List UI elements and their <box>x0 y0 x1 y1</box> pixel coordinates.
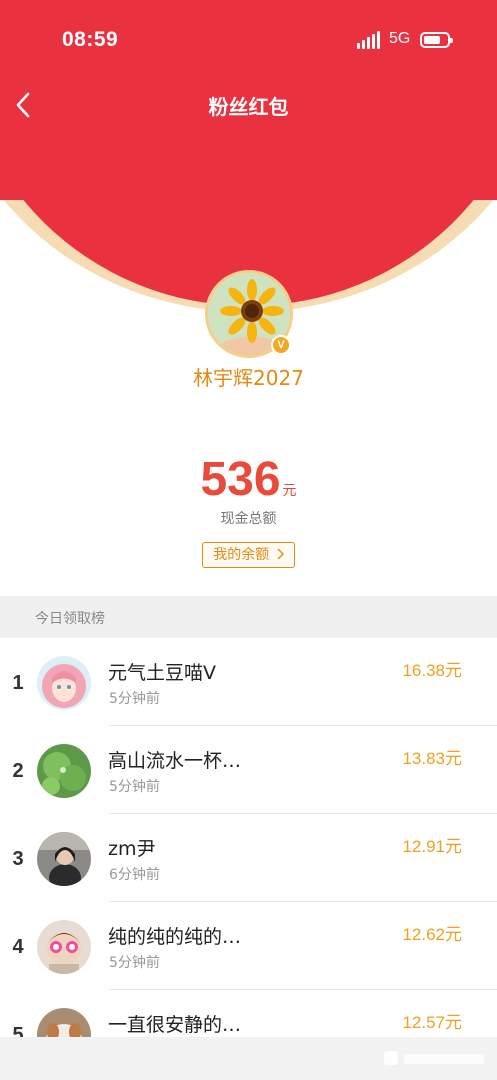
username: 林宇辉2027 <box>193 366 304 390</box>
claim-amount: 13.83元 <box>402 749 462 768</box>
ranking-title: 今日领取榜 <box>35 611 105 627</box>
avatar[interactable] <box>37 832 91 886</box>
page-title: 粉丝红包 <box>208 95 289 119</box>
user-name: 一直很安静的… <box>108 1014 242 1036</box>
status-bar: 08:59 5G <box>0 0 497 80</box>
claim-amount: 12.91元 <box>402 837 462 856</box>
battery-icon <box>420 32 453 48</box>
status-time: 08:59 <box>62 28 119 51</box>
claim-time: 5分钟前 <box>109 955 160 971</box>
verified-badge: V <box>271 335 291 355</box>
amount-unit: 元 <box>282 483 297 499</box>
weibo-watermark-icon <box>384 1051 484 1065</box>
weibo-watermark <box>384 1050 489 1068</box>
user-name: 高山流水一杯… <box>108 750 242 772</box>
list-item[interactable]: 4 纯的纯的纯的… 5分钟前 12.62元 <box>0 902 497 990</box>
claim-amount: 16.38元 <box>402 661 462 680</box>
claim-amount: 12.62元 <box>402 925 462 944</box>
rank-number: 1 <box>12 672 24 694</box>
my-balance-button[interactable]: 我的余额 <box>202 542 295 568</box>
user-name: zm尹 <box>108 838 156 860</box>
user-name: 纯的纯的纯的… <box>108 926 242 948</box>
child-photo-avatar-image <box>37 920 91 974</box>
user-name: 元气土豆喵V <box>108 662 216 684</box>
anime-girl-avatar-image <box>37 656 91 710</box>
signal-icon <box>357 31 381 49</box>
network-type: 5G <box>389 30 411 47</box>
ranking-header: 今日领取榜 <box>0 596 497 638</box>
claim-time: 6分钟前 <box>109 867 160 883</box>
list-item[interactable]: 3 zm尹 6分钟前 12.91元 <box>0 814 497 902</box>
claim-amount: 12.57元 <box>402 1013 462 1032</box>
chevron-right-icon <box>277 548 284 560</box>
avatar[interactable] <box>37 744 91 798</box>
avatar[interactable] <box>37 920 91 974</box>
balance-button-label: 我的余额 <box>213 547 270 563</box>
rank-number: 3 <box>12 848 24 870</box>
list-item[interactable]: 1 元气土豆喵V 5分钟前 16.38元 <box>0 638 497 726</box>
claim-time: 5分钟前 <box>109 691 160 707</box>
rank-number: 4 <box>12 936 24 958</box>
total-amount: 536 元 <box>0 452 497 507</box>
avatar[interactable] <box>37 656 91 710</box>
amount-label: 现金总额 <box>220 511 277 527</box>
rank-number: 2 <box>12 760 24 782</box>
claim-time: 5分钟前 <box>109 779 160 795</box>
amount-value: 536 <box>200 453 281 506</box>
list-item[interactable]: 2 高山流水一杯… 5分钟前 13.83元 <box>0 726 497 814</box>
person-photo-avatar-image <box>37 832 91 886</box>
lotus-leaf-avatar-image <box>37 744 91 798</box>
